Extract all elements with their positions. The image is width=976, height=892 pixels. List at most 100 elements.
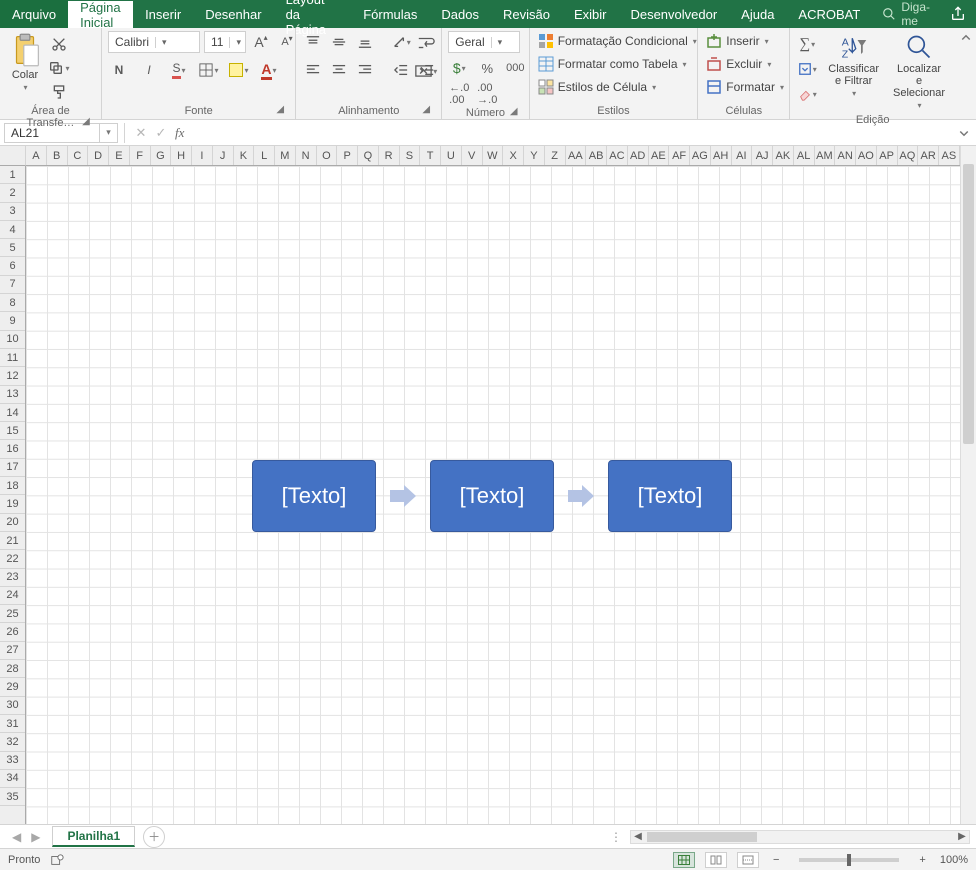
column-header[interactable]: AJ (752, 146, 773, 165)
tab-desenhar[interactable]: Desenhar (193, 0, 273, 28)
row-header[interactable]: 29 (0, 678, 25, 696)
column-header[interactable]: AO (856, 146, 877, 165)
column-header[interactable]: A (26, 146, 47, 165)
tab-inserir[interactable]: Inserir (133, 0, 193, 28)
align-left-button[interactable] (302, 59, 324, 81)
align-top-button[interactable] (302, 31, 324, 53)
scrollbar-thumb[interactable] (963, 164, 974, 444)
column-header[interactable]: V (462, 146, 483, 165)
column-header[interactable]: B (47, 146, 68, 165)
grow-font-button[interactable]: A▴ (250, 31, 272, 53)
bold-button[interactable]: N (108, 59, 130, 81)
column-header[interactable]: AN (835, 146, 856, 165)
column-header[interactable]: AR (918, 146, 939, 165)
row-header[interactable]: 35 (0, 788, 25, 806)
row-header[interactable]: 22 (0, 550, 25, 568)
fill-color-button[interactable]: ▾ (228, 59, 250, 81)
row-header[interactable]: 17 (0, 459, 25, 477)
cancel-formula-button[interactable]: ✕ (131, 125, 151, 141)
dialog-launcher-icon[interactable]: ◢ (419, 102, 433, 116)
align-center-button[interactable] (328, 59, 350, 81)
font-name-combo[interactable]: Calibri▾ (108, 31, 200, 53)
row-header[interactable]: 3 (0, 203, 25, 221)
zoom-in-button[interactable]: + (915, 854, 929, 866)
column-header[interactable]: P (337, 146, 358, 165)
row-header[interactable]: 13 (0, 386, 25, 404)
slider-knob[interactable] (847, 854, 851, 866)
row-header[interactable]: 11 (0, 349, 25, 367)
add-sheet-button[interactable]: ＋ (143, 826, 165, 848)
column-header[interactable]: W (483, 146, 504, 165)
column-header[interactable]: AM (815, 146, 836, 165)
tab-revisao[interactable]: Revisão (491, 0, 562, 28)
cell-styles-button[interactable]: Estilos de Célula▾ (536, 77, 658, 97)
column-header[interactable]: AE (649, 146, 670, 165)
name-box-dropdown[interactable]: ▾ (100, 123, 118, 143)
column-header[interactable]: AA (566, 146, 587, 165)
column-header[interactable]: U (441, 146, 462, 165)
zoom-slider[interactable] (799, 858, 899, 862)
column-header[interactable]: AQ (898, 146, 919, 165)
sort-filter-button[interactable]: AZ Classificar e Filtrar▾ (824, 31, 883, 100)
column-header[interactable]: AH (711, 146, 732, 165)
tell-me-search[interactable]: Diga-me (872, 0, 940, 28)
tab-layout[interactable]: Layout da Página (274, 0, 352, 28)
underline-button[interactable]: S▾ (168, 59, 190, 81)
row-header[interactable]: 26 (0, 623, 25, 641)
view-page-layout-button[interactable] (705, 852, 727, 868)
font-size-combo[interactable]: 11▾ (204, 31, 246, 53)
row-header[interactable]: 14 (0, 404, 25, 422)
column-header[interactable]: AP (877, 146, 898, 165)
row-header[interactable]: 6 (0, 257, 25, 275)
comma-style-button[interactable]: 000 (504, 57, 526, 79)
smartart-box-2[interactable]: [Texto] (430, 460, 554, 532)
decrease-decimal-button[interactable]: .00→.0 (476, 83, 498, 105)
column-header[interactable]: J (213, 146, 234, 165)
row-header[interactable]: 12 (0, 367, 25, 385)
currency-button[interactable]: $▾ (448, 57, 470, 79)
dialog-launcher-icon[interactable]: ◢ (273, 102, 287, 116)
collapse-ribbon-button[interactable] (955, 28, 976, 119)
insert-cells-button[interactable]: Inserir▾ (704, 31, 770, 51)
row-header[interactable]: 28 (0, 660, 25, 678)
row-header[interactable]: 34 (0, 770, 25, 788)
scroll-right-button[interactable]: ▶ (955, 831, 969, 842)
column-header[interactable]: AG (690, 146, 711, 165)
column-header[interactable]: K (234, 146, 255, 165)
enter-formula-button[interactable]: ✓ (151, 125, 171, 141)
shrink-font-button[interactable]: A▾ (276, 31, 298, 53)
share-button[interactable] (940, 0, 976, 28)
sheet-tab-planilha1[interactable]: Planilha1 (52, 826, 135, 847)
row-header[interactable]: 20 (0, 514, 25, 532)
row-header[interactable]: 27 (0, 642, 25, 660)
row-header[interactable]: 21 (0, 532, 25, 550)
column-header[interactable]: AB (586, 146, 607, 165)
column-header[interactable]: O (317, 146, 338, 165)
macro-record-button[interactable] (50, 853, 64, 867)
row-header[interactable]: 1 (0, 166, 25, 184)
dialog-launcher-icon[interactable]: ◢ (507, 104, 521, 118)
merge-center-button[interactable]: ▾ (415, 60, 437, 82)
align-middle-button[interactable] (328, 31, 350, 53)
column-header[interactable]: I (192, 146, 213, 165)
spreadsheet-grid[interactable]: ABCDEFGHIJKLMNOPQRSTUVWXYZAAABACADAEAFAG… (0, 146, 976, 824)
wrap-text-button[interactable] (415, 32, 437, 54)
row-header[interactable]: 10 (0, 331, 25, 349)
smartart-box-1[interactable]: [Texto] (252, 460, 376, 532)
row-header[interactable]: 4 (0, 221, 25, 239)
tab-formulas[interactable]: Fórmulas (351, 0, 429, 28)
column-header[interactable]: G (151, 146, 172, 165)
column-header[interactable]: D (88, 146, 109, 165)
format-as-table-button[interactable]: Formatar como Tabela▾ (536, 54, 689, 74)
format-cells-button[interactable]: Formatar▾ (704, 77, 786, 97)
column-header[interactable]: Z (545, 146, 566, 165)
column-header[interactable]: C (68, 146, 89, 165)
number-format-combo[interactable]: Geral▾ (448, 31, 520, 53)
expand-formula-bar-button[interactable] (958, 127, 976, 139)
row-header[interactable]: 33 (0, 752, 25, 770)
column-header[interactable]: S (400, 146, 421, 165)
borders-button[interactable]: ▾ (198, 59, 220, 81)
row-header[interactable]: 32 (0, 733, 25, 751)
autosum-button[interactable]: ∑▾ (796, 33, 818, 55)
view-normal-button[interactable] (673, 852, 695, 868)
